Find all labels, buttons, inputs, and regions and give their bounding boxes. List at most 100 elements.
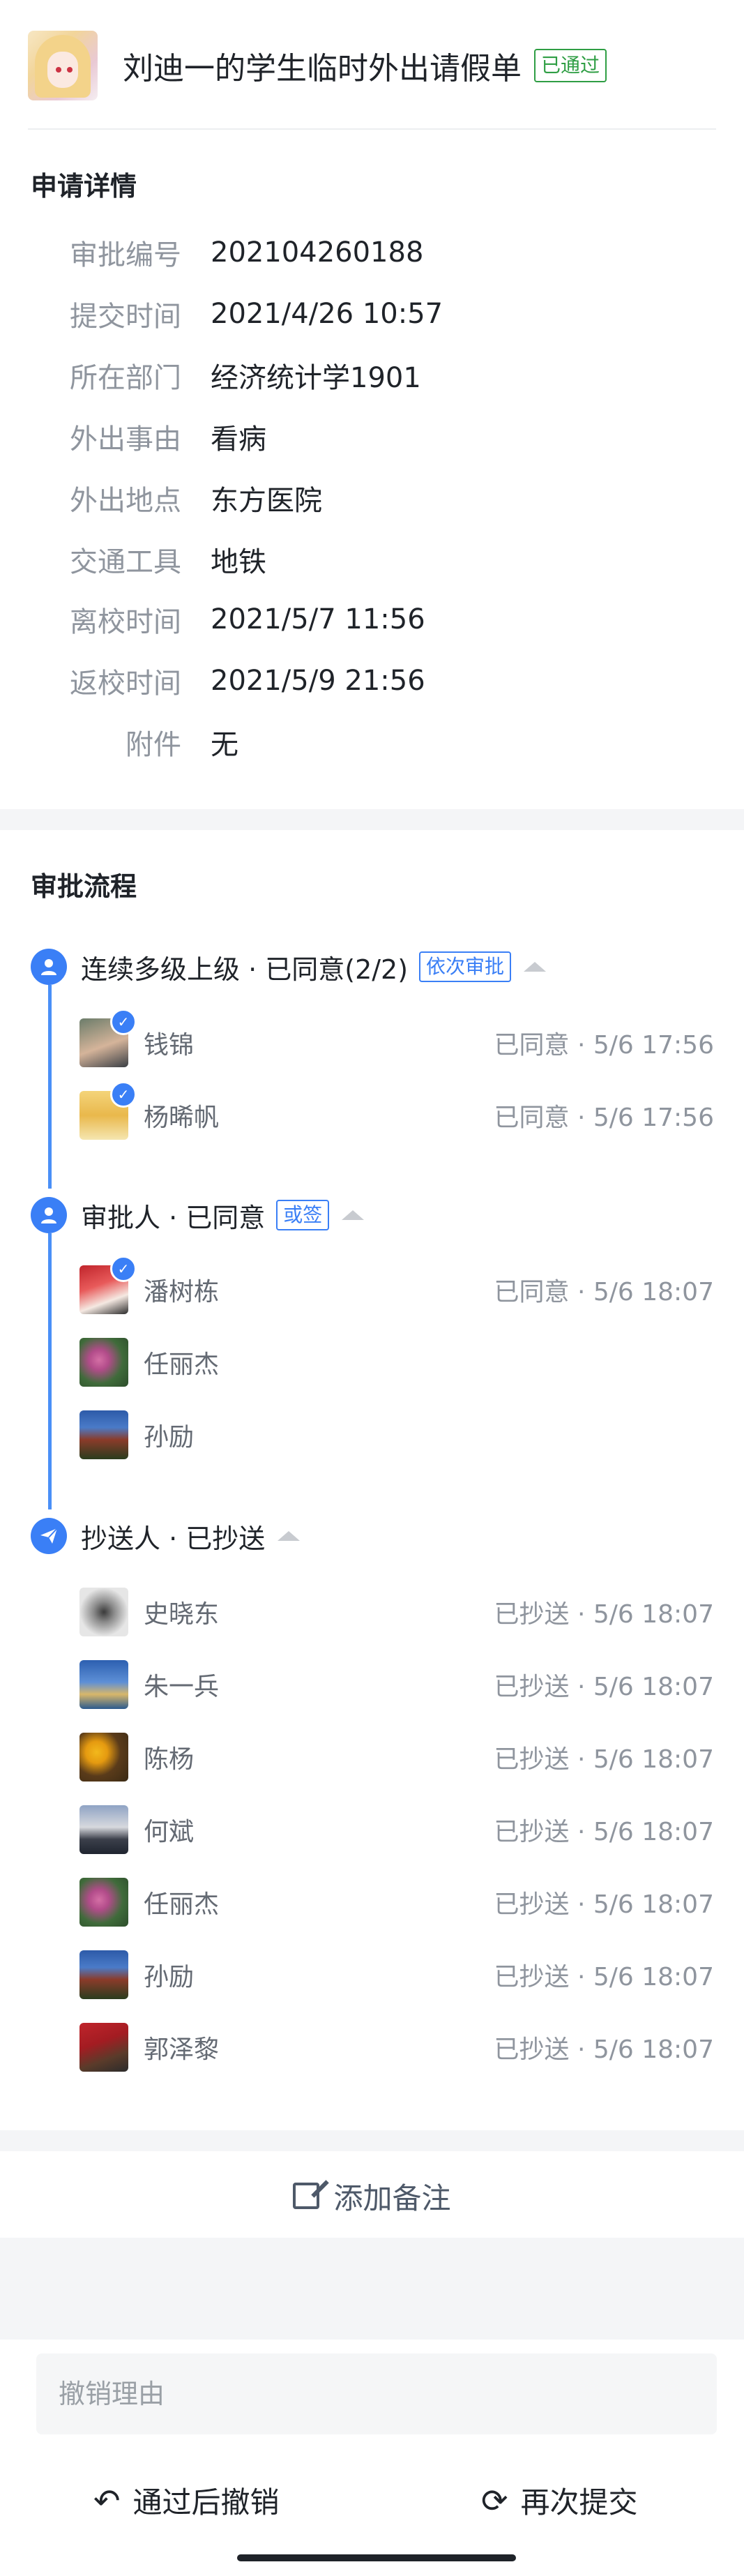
person-name: 任丽杰 xyxy=(144,1890,220,1919)
detail-row-transport: 交通工具 地铁 xyxy=(0,538,744,580)
cancel-reason-input[interactable] xyxy=(57,2378,688,2410)
person-name: 朱一兵 xyxy=(144,1673,220,1701)
refresh-icon: ⟳ xyxy=(481,2481,508,2519)
cc-person-row[interactable]: 何斌 已抄送 · 5/6 18:07 xyxy=(79,1805,714,1854)
person-name: 孙励 xyxy=(144,1963,195,1991)
applicant-avatar[interactable] xyxy=(28,31,98,100)
detail-row-approval-no: 审批编号 202104260188 xyxy=(0,232,744,273)
approval-detail-page: 刘迪一的学生临时外出请假单 已通过 申请详情 审批编号 202104260188… xyxy=(0,0,744,2576)
detail-row-submit-time: 提交时间 2021/4/26 10:57 xyxy=(0,293,744,335)
resubmit-button[interactable]: ⟳ 再次提交 xyxy=(481,2479,638,2522)
person-status: 已抄送 · 5/6 18:07 xyxy=(494,1963,714,1991)
details-section-title: 申请详情 xyxy=(31,171,137,202)
check-icon: ✓ xyxy=(110,1256,137,1282)
person-icon xyxy=(31,1197,67,1233)
flow-node-title: 审批人 · 已同意 xyxy=(81,1202,266,1233)
flow-node-tag: 依次审批 xyxy=(419,951,512,982)
check-icon: ✓ xyxy=(110,1081,137,1108)
detail-label: 外出事由 xyxy=(70,423,181,455)
flow-node-cc[interactable]: 抄送人 · 已抄送 xyxy=(31,1515,301,1557)
flow-person-row[interactable]: 孙励 xyxy=(79,1410,714,1459)
person-status: 已抄送 · 5/6 18:07 xyxy=(494,1890,714,1919)
bottom-gap xyxy=(0,2238,744,2340)
resubmit-label: 再次提交 xyxy=(520,2485,638,2519)
avatar xyxy=(79,1878,128,1927)
detail-label: 外出地点 xyxy=(70,485,181,517)
detail-label: 离校时间 xyxy=(70,606,181,638)
cc-person-row[interactable]: 朱一兵 已抄送 · 5/6 18:07 xyxy=(79,1660,714,1709)
person-status: 已抄送 · 5/6 18:07 xyxy=(494,1818,714,1846)
flow-connector xyxy=(48,985,52,1189)
cc-person-row[interactable]: 郭泽黎 已抄送 · 5/6 18:07 xyxy=(79,2023,714,2072)
revoke-button[interactable]: ↶ 通过后撤销 xyxy=(93,2479,280,2522)
status-badge: 已通过 xyxy=(534,49,607,82)
person-status: 已抄送 · 5/6 18:07 xyxy=(494,2035,714,2064)
flow-person-row[interactable]: 任丽杰 xyxy=(79,1338,714,1387)
avatar: ✓ xyxy=(79,1081,137,1140)
person-status: 已抄送 · 5/6 18:07 xyxy=(494,1673,714,1701)
detail-label: 交通工具 xyxy=(70,546,181,578)
avatar xyxy=(79,1338,128,1387)
person-name: 史晓东 xyxy=(144,1600,220,1629)
cc-person-row[interactable]: 史晓东 已抄送 · 5/6 18:07 xyxy=(79,1588,714,1636)
flow-person-row[interactable]: ✓ 杨晞帆 已同意 · 5/6 17:56 xyxy=(79,1081,714,1140)
flow-section-title: 审批流程 xyxy=(31,871,137,902)
add-note-button[interactable]: 添加备注 xyxy=(0,2154,744,2238)
detail-value: 无 xyxy=(211,729,238,761)
detail-value: 东方医院 xyxy=(211,485,322,517)
detail-value: 经济统计学1901 xyxy=(211,362,421,394)
person-name: 钱锦 xyxy=(144,1031,195,1060)
cc-person-row[interactable]: 任丽杰 已抄送 · 5/6 18:07 xyxy=(79,1878,714,1927)
undo-icon: ↶ xyxy=(93,2481,121,2519)
flow-person-row[interactable]: ✓ 钱锦 已同意 · 5/6 17:56 xyxy=(79,1009,714,1067)
cc-person-row[interactable]: 孙励 已抄送 · 5/6 18:07 xyxy=(79,1950,714,1999)
person-status: 已同意 · 5/6 18:07 xyxy=(494,1278,714,1306)
person-name: 孙励 xyxy=(144,1423,195,1452)
detail-value: 2021/5/9 21:56 xyxy=(211,665,425,697)
cancel-reason-field[interactable] xyxy=(36,2353,717,2434)
collapse-icon[interactable] xyxy=(278,1531,301,1541)
avatar xyxy=(79,1805,128,1854)
avatar: ✓ xyxy=(79,1256,137,1314)
detail-label: 审批编号 xyxy=(70,239,181,271)
person-name: 任丽杰 xyxy=(144,1350,220,1379)
collapse-icon[interactable] xyxy=(342,1210,365,1220)
header-divider xyxy=(28,128,716,130)
flow-person-row[interactable]: ✓ 潘树栋 已同意 · 5/6 18:07 xyxy=(79,1256,714,1314)
detail-row-return-time: 返校时间 2021/5/9 21:56 xyxy=(0,660,744,702)
cc-person-row[interactable]: 陈杨 已抄送 · 5/6 18:07 xyxy=(79,1733,714,1782)
home-indicator[interactable] xyxy=(237,2554,516,2561)
detail-value: 2021/5/7 11:56 xyxy=(211,603,425,635)
detail-label: 附件 xyxy=(126,729,181,761)
avatar xyxy=(79,1410,128,1459)
edit-icon xyxy=(293,2183,320,2209)
person-name: 潘树栋 xyxy=(144,1278,220,1306)
flow-node-tag: 或签 xyxy=(276,1200,330,1230)
avatar xyxy=(79,1660,128,1709)
avatar xyxy=(79,1733,128,1782)
detail-row-reason: 外出事由 看病 xyxy=(0,416,744,458)
flow-node-superiors[interactable]: 连续多级上级 · 已同意(2/2) 依次审批 xyxy=(31,946,547,988)
section-separator xyxy=(0,2130,744,2151)
flow-node-title: 抄送人 · 已抄送 xyxy=(81,1523,266,1554)
detail-value: 2021/4/26 10:57 xyxy=(211,298,443,330)
detail-value: 地铁 xyxy=(211,546,266,578)
section-separator xyxy=(0,809,744,830)
avatar: ✓ xyxy=(79,1009,137,1067)
detail-value: 看病 xyxy=(211,423,266,455)
person-status: 已同意 · 5/6 17:56 xyxy=(494,1031,714,1060)
revoke-label: 通过后撤销 xyxy=(132,2485,280,2519)
detail-label: 所在部门 xyxy=(70,362,181,394)
flow-node-title: 连续多级上级 · 已同意(2/2) xyxy=(81,954,409,985)
person-name: 陈杨 xyxy=(144,1745,195,1774)
flow-node-approver[interactable]: 审批人 · 已同意 或签 xyxy=(31,1194,365,1236)
person-name: 杨晞帆 xyxy=(144,1104,220,1132)
collapse-icon[interactable] xyxy=(524,962,547,972)
person-name: 何斌 xyxy=(144,1818,195,1846)
detail-label: 返校时间 xyxy=(70,668,181,700)
detail-label: 提交时间 xyxy=(70,301,181,333)
person-status: 已抄送 · 5/6 18:07 xyxy=(494,1745,714,1774)
avatar xyxy=(79,1950,128,1999)
person-status: 已抄送 · 5/6 18:07 xyxy=(494,1600,714,1629)
detail-row-department: 所在部门 经济统计学1901 xyxy=(0,354,744,396)
